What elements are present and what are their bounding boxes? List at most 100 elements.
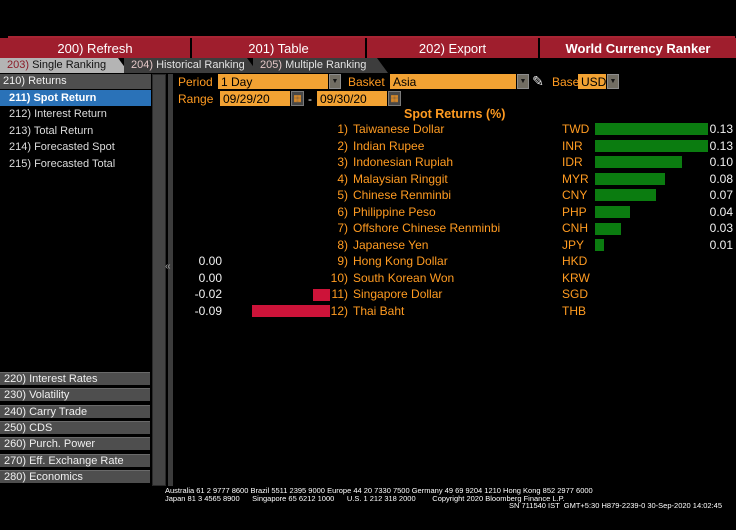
tab-label: Multiple Ranking — [285, 59, 367, 71]
sidebar-scrollbar[interactable] — [152, 74, 166, 486]
sidebar-item-spot-return[interactable]: 211) Spot Return — [0, 90, 151, 106]
sidebar-item-eff-exchange-rate[interactable]: 270) Eff. Exchange Rate — [0, 453, 150, 467]
bloomberg-terminal-screen: 200) Refresh 201) Table 202) Export Worl… — [0, 0, 736, 530]
tab-number: 204) — [131, 59, 154, 71]
currency-ticker: KRW — [562, 270, 590, 285]
sidebar-item-carry-trade[interactable]: 240) Carry Trade — [0, 404, 150, 418]
currency-name: Japanese Yen — [353, 237, 429, 252]
return-value: -0.09 — [194, 304, 222, 319]
basket-dropdown[interactable]: Asia ▼ — [390, 74, 529, 89]
row-number: 7) — [337, 221, 348, 236]
export-button[interactable]: 202) Export — [367, 38, 538, 58]
currency-name: Indonesian Rupiah — [353, 155, 454, 170]
currency-row-php[interactable]: 0.04 6) Philippine Peso PHP — [176, 204, 736, 221]
row-number: 1) — [337, 122, 348, 136]
currency-name: Hong Kong Dollar — [353, 254, 448, 269]
return-value: -0.02 — [194, 287, 222, 302]
return-value: 0.03 — [709, 221, 733, 236]
currency-row-cnh[interactable]: 0.03 7) Offshore Chinese Renminbi CNH — [176, 220, 736, 237]
row-number: 11) — [331, 287, 348, 302]
sidebar-item-forecasted-total[interactable]: 215) Forecasted Total — [0, 156, 151, 172]
row-number: 6) — [337, 204, 348, 219]
panel-splitter[interactable] — [168, 74, 173, 486]
base-value: USD — [578, 74, 606, 89]
currency-row-sgd[interactable]: -0.02 11) Singapore Dollar SGD — [176, 286, 736, 303]
basket-label: Basket — [348, 75, 385, 89]
return-value: 0.04 — [709, 204, 733, 219]
currency-name: Philippine Peso — [353, 204, 436, 219]
basket-value: Asia — [390, 74, 516, 89]
currency-name: Offshore Chinese Renminbi — [353, 221, 501, 236]
currency-row-jpy[interactable]: 0.01 8) Japanese Yen JPY — [176, 237, 736, 254]
edit-basket-pencil-icon[interactable]: ✎ — [529, 73, 547, 89]
period-value: 1 Day — [218, 74, 328, 89]
footer-contact-line2: Japan 81 3 4565 8900 Singapore 65 6212 1… — [165, 493, 565, 503]
sidebar-item-interest-rates[interactable]: 220) Interest Rates — [0, 372, 150, 385]
row-number: 2) — [337, 138, 348, 153]
tab-number: 203) — [7, 59, 30, 71]
return-value: 0.08 — [709, 171, 733, 186]
positive-return-bar — [595, 222, 622, 235]
currency-name: Taiwanese Dollar — [353, 122, 445, 136]
chevron-down-icon[interactable]: ▼ — [607, 74, 619, 89]
currency-row-twd[interactable]: 0.13 1) Taiwanese Dollar TWD — [176, 121, 736, 138]
currency-row-krw[interactable]: 0.00 10) South Korean Won KRW — [176, 270, 736, 287]
currency-row-cny[interactable]: 0.07 5) Chinese Renminbi CNY — [176, 187, 736, 204]
chart-title: Spot Returns (%) — [404, 107, 506, 121]
chevron-down-icon[interactable]: ▼ — [329, 74, 341, 89]
currency-row-idr[interactable]: 0.10 3) Indonesian Rupiah IDR — [176, 154, 736, 171]
sidebar-header-returns[interactable]: 210) Returns — [0, 74, 151, 89]
range-start-value: 09/29/20 — [220, 91, 290, 106]
collapse-panel-icon[interactable]: « — [165, 261, 171, 272]
sidebar-item-economics[interactable]: 280) Economics — [0, 469, 150, 483]
currency-row-hkd[interactable]: 0.00 9) Hong Kong Dollar HKD — [176, 253, 736, 270]
calendar-icon[interactable]: ▦ — [291, 91, 304, 106]
currency-name: Indian Rupee — [353, 138, 425, 153]
row-number: 5) — [337, 188, 348, 203]
row-number: 3) — [337, 155, 348, 170]
currency-name: South Korean Won — [353, 270, 455, 285]
range-start-input[interactable]: 09/29/20 — [220, 91, 290, 106]
tab-label: Historical Ranking — [156, 59, 245, 71]
return-value: 0.10 — [709, 155, 733, 170]
positive-return-bar — [595, 172, 665, 185]
toolbar: 200) Refresh 201) Table 202) Export Worl… — [0, 38, 736, 58]
page-title: World Currency Ranker — [540, 38, 736, 58]
sidebar-item-purch-power[interactable]: 260) Purch. Power — [0, 437, 150, 451]
currency-row-myr[interactable]: 0.08 4) Malaysian Ringgit MYR — [176, 171, 736, 188]
sidebar-item-interest-return[interactable]: 212) Interest Return — [0, 106, 151, 122]
row-number: 10) — [330, 270, 348, 285]
base-dropdown[interactable]: USD ▼ — [578, 74, 619, 89]
tab-historical-ranking[interactable]: 204) Historical Ranking — [124, 58, 258, 73]
table-button[interactable]: 201) Table — [192, 38, 365, 58]
calendar-icon[interactable]: ▦ — [388, 91, 401, 106]
sidebar-item-forecasted-spot[interactable]: 214) Forecasted Spot — [0, 139, 151, 155]
row-number: 4) — [337, 171, 348, 186]
sidebar-item-volatility[interactable]: 230) Volatility — [0, 388, 150, 402]
refresh-button[interactable]: 200) Refresh — [0, 38, 190, 58]
range-end-value: 09/30/20 — [317, 91, 387, 106]
currency-name: Chinese Renminbi — [353, 188, 452, 203]
tab-multiple-ranking[interactable]: 205) Multiple Ranking — [253, 58, 388, 73]
positive-return-bar — [595, 189, 656, 202]
footer-contact-line1: Australia 61 2 9777 8600 Brazil 5511 239… — [165, 486, 593, 495]
currency-ticker: THB — [562, 304, 586, 319]
currency-ticker: CNH — [562, 221, 588, 236]
tab-number: 205) — [260, 59, 283, 71]
currency-row-thb[interactable]: -0.09 12) Thai Baht THB — [176, 303, 736, 320]
sidebar-item-total-return[interactable]: 213) Total Return — [0, 123, 151, 139]
period-dropdown[interactable]: 1 Day ▼ — [218, 74, 341, 89]
currency-ticker: JPY — [562, 237, 585, 252]
period-label: Period — [178, 75, 213, 89]
currency-row-inr[interactable]: 0.13 2) Indian Rupee INR — [176, 138, 736, 155]
range-end-input[interactable]: 09/30/20 — [317, 91, 387, 106]
return-value: 0.07 — [709, 188, 733, 203]
return-value: 0.00 — [198, 254, 222, 269]
base-label: Base — [552, 75, 580, 89]
currency-ticker: HKD — [562, 254, 588, 269]
currency-ticker: INR — [562, 138, 583, 153]
sidebar-item-cds[interactable]: 250) CDS — [0, 420, 150, 434]
tab-single-ranking[interactable]: 203) Single Ranking — [0, 58, 129, 73]
positive-return-bar — [595, 239, 604, 252]
chevron-down-icon[interactable]: ▼ — [517, 74, 529, 89]
